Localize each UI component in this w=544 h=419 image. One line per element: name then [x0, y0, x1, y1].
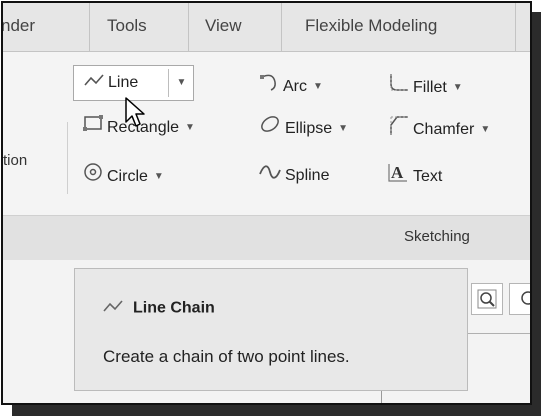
fillet-command[interactable]: Fillet ▼ — [387, 72, 463, 100]
spline-icon — [259, 162, 281, 190]
svg-text:A: A — [391, 163, 404, 182]
tab-divider — [281, 3, 282, 51]
tooltip: Line Chain Create a chain of two point l… — [74, 268, 468, 391]
tooltip-description: Create a chain of two point lines. — [103, 347, 350, 366]
zoom-icon — [472, 289, 502, 318]
sketching-group-label: Sketching — [404, 228, 470, 245]
view-tool-button[interactable] — [509, 283, 530, 318]
fillet-label: Fillet — [413, 79, 447, 97]
ellipse-icon — [259, 114, 281, 144]
group-divider — [67, 122, 68, 194]
chamfer-icon — [387, 114, 409, 146]
chamfer-dropdown-arrow[interactable]: ▼ — [480, 116, 490, 144]
app-window: nder Tools View Flexible Modeling tion L… — [1, 1, 532, 405]
text-label: Text — [413, 168, 443, 186]
zoom-button[interactable] — [471, 283, 503, 315]
sketching-ribbon: tion Line ▼ Rectangle ▼ Circle ▼ Arc ▼ E… — [3, 52, 530, 261]
arc-command[interactable]: Arc ▼ — [259, 72, 323, 100]
fillet-icon — [387, 72, 409, 104]
arc-icon — [259, 72, 279, 102]
group-label-partial: tion — [3, 152, 28, 169]
line-dropdown-arrow[interactable]: ▼ — [170, 66, 193, 100]
line-chain-icon — [103, 299, 123, 318]
circle-command[interactable]: Circle ▼ — [83, 162, 164, 190]
line-label: Line — [108, 74, 139, 92]
ellipse-label: Ellipse — [285, 120, 333, 138]
tooltip-title-text: Line Chain — [133, 299, 215, 317]
tab-divider — [515, 3, 516, 51]
split-divider — [168, 69, 169, 97]
rectangle-icon — [83, 114, 103, 142]
circle-label: Circle — [107, 168, 148, 186]
fillet-dropdown-arrow[interactable]: ▼ — [453, 74, 463, 102]
text-icon: A — [387, 162, 409, 192]
chamfer-command[interactable]: Chamfer ▼ — [387, 114, 490, 142]
tab-tools[interactable]: Tools — [107, 3, 147, 51]
rectangle-dropdown-arrow[interactable]: ▼ — [185, 114, 195, 142]
spline-command[interactable]: Spline — [259, 162, 329, 190]
line-button-main[interactable]: Line — [74, 66, 168, 100]
spline-label: Spline — [285, 167, 330, 185]
view-tool-icon — [510, 291, 530, 318]
group-label-bar: Sketching — [3, 215, 530, 261]
ribbon-tabs: nder Tools View Flexible Modeling — [3, 3, 530, 52]
line-icon — [84, 66, 104, 100]
tab-divider — [188, 3, 189, 51]
ellipse-dropdown-arrow[interactable]: ▼ — [338, 115, 348, 143]
circle-dropdown-arrow[interactable]: ▼ — [154, 163, 164, 191]
tab-view[interactable]: View — [205, 3, 242, 51]
tooltip-title: Line Chain — [103, 299, 215, 318]
text-command[interactable]: A Text — [387, 162, 442, 190]
arc-label: Arc — [283, 78, 307, 96]
tab-flexible-modeling[interactable]: Flexible Modeling — [305, 3, 437, 51]
chamfer-label: Chamfer — [413, 121, 475, 139]
tab-divider — [89, 3, 90, 51]
arc-dropdown-arrow[interactable]: ▼ — [313, 73, 323, 101]
circle-icon — [83, 162, 103, 192]
tab-render[interactable]: nder — [3, 3, 35, 51]
ellipse-command[interactable]: Ellipse ▼ — [259, 114, 348, 142]
mouse-cursor-icon — [124, 96, 150, 135]
